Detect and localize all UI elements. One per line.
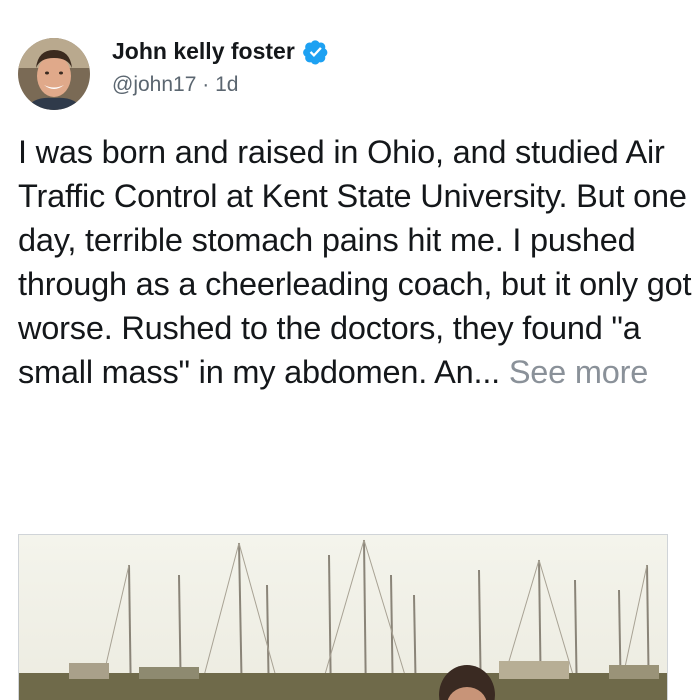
avatar[interactable] — [18, 38, 90, 110]
post-text: I was born and raised in Ohio, and studi… — [18, 134, 692, 390]
post-card: John kelly foster @john17 · 1d I was bor… — [0, 0, 700, 700]
meta-separator: · — [202, 73, 216, 96]
see-more-link[interactable]: See more — [509, 354, 649, 390]
post-image[interactable] — [18, 534, 668, 700]
author-handle[interactable]: @john17 — [112, 73, 196, 96]
author-name-text: John kelly foster — [112, 38, 295, 64]
post-time[interactable]: 1d — [215, 73, 238, 96]
author-name[interactable]: John kelly foster — [112, 38, 329, 65]
post-meta: @john17 · 1d — [112, 73, 238, 97]
post-body: I was born and raised in Ohio, and studi… — [18, 130, 694, 394]
verified-badge-icon — [302, 39, 329, 65]
